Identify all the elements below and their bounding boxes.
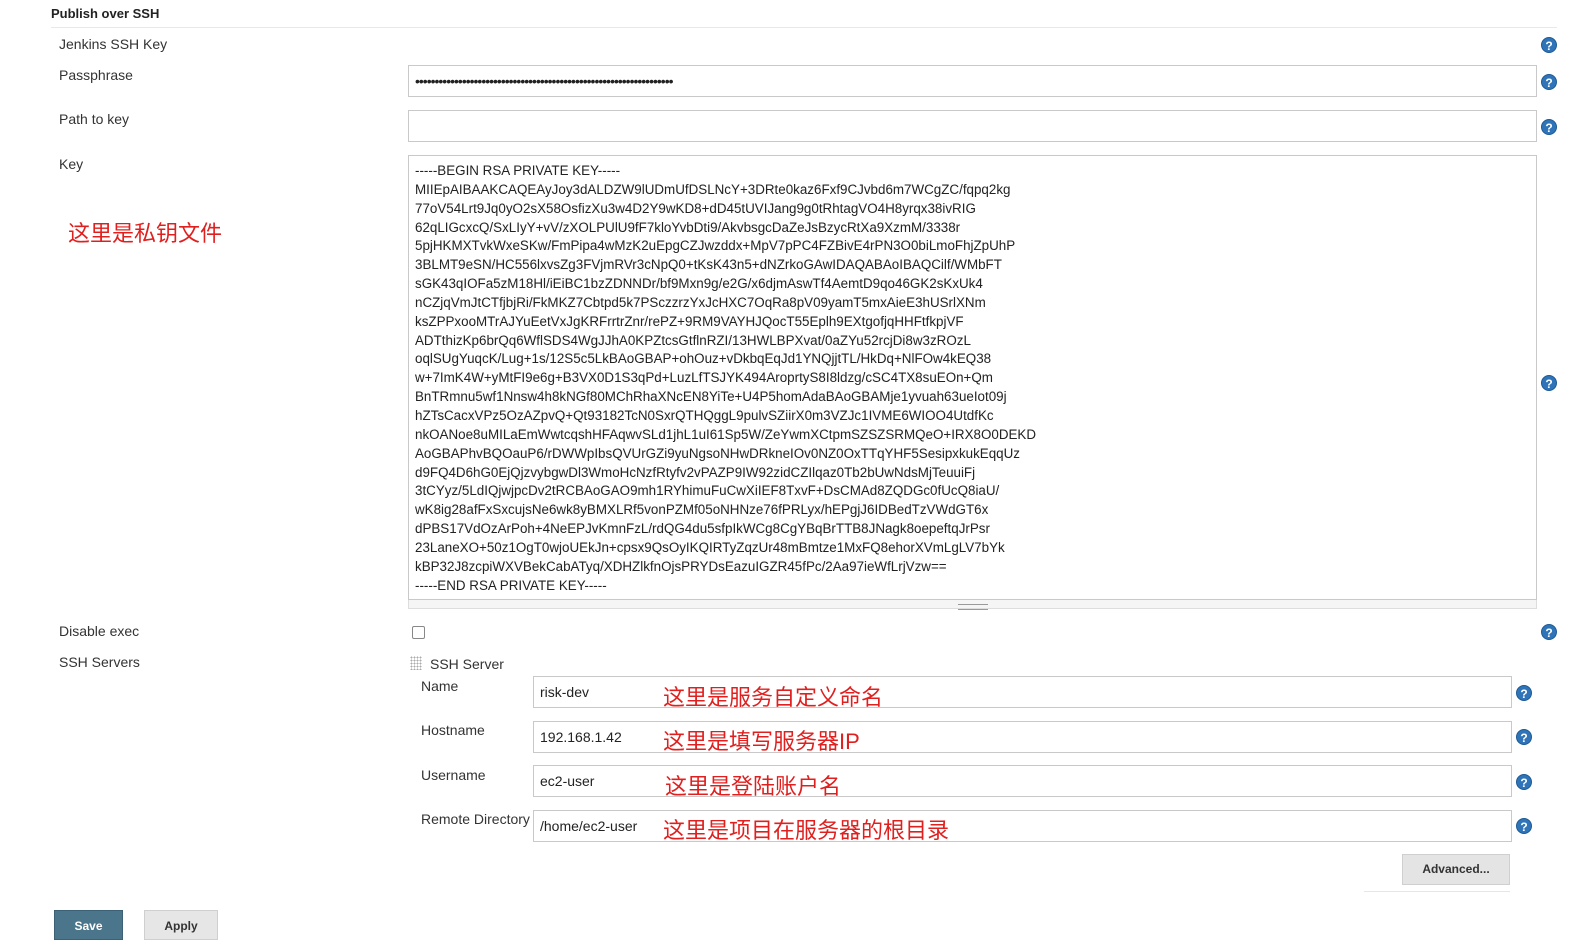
passphrase-input[interactable] [408, 65, 1537, 97]
disable-exec-label: Disable exec [59, 623, 140, 639]
help-icon[interactable]: ? [1516, 729, 1532, 745]
save-button[interactable]: Save [54, 910, 123, 940]
help-icon[interactable]: ? [1516, 774, 1532, 790]
remote-directory-label: Remote Directory [421, 811, 530, 827]
key-annotation: 这里是私钥文件 [68, 221, 223, 246]
path-to-key-label: Path to key [59, 111, 130, 127]
jenkins-ssh-key-label: Jenkins SSH Key [59, 36, 168, 52]
username-annotation: 这里是登陆账户名 [665, 774, 842, 799]
key-label: Key [59, 156, 84, 172]
server-name-label: Name [421, 678, 459, 694]
ssh-server-header: SSH Server [430, 656, 504, 672]
help-icon[interactable]: ? [1541, 37, 1557, 53]
help-icon[interactable]: ? [1516, 818, 1532, 834]
help-icon[interactable]: ? [1516, 685, 1532, 701]
disable-exec-checkbox[interactable] [412, 626, 425, 639]
hostname-annotation: 这里是填写服务器IP [663, 729, 860, 754]
resize-grip-icon[interactable] [958, 604, 988, 610]
apply-button[interactable]: Apply [144, 910, 218, 940]
help-icon[interactable]: ? [1541, 74, 1557, 90]
hostname-label: Hostname [421, 722, 485, 738]
ssh-servers-label: SSH Servers [59, 654, 140, 670]
section-divider [51, 27, 1557, 28]
section-title: Publish over SSH [51, 6, 160, 21]
help-icon[interactable]: ? [1541, 624, 1557, 640]
help-icon[interactable]: ? [1541, 375, 1557, 391]
passphrase-label: Passphrase [59, 67, 133, 83]
drag-handle-icon[interactable] [410, 656, 422, 670]
help-icon[interactable]: ? [1541, 119, 1557, 135]
remote-directory-annotation: 这里是项目在服务器的根目录 [663, 818, 950, 843]
name-annotation: 这里是服务自定义命名 [663, 685, 884, 710]
divider [1364, 891, 1510, 892]
path-to-key-input[interactable] [408, 110, 1537, 142]
key-textarea[interactable]: -----BEGIN RSA PRIVATE KEY----- MIIEpAIB… [408, 155, 1537, 600]
advanced-button[interactable]: Advanced... [1402, 854, 1510, 885]
username-label: Username [421, 767, 486, 783]
